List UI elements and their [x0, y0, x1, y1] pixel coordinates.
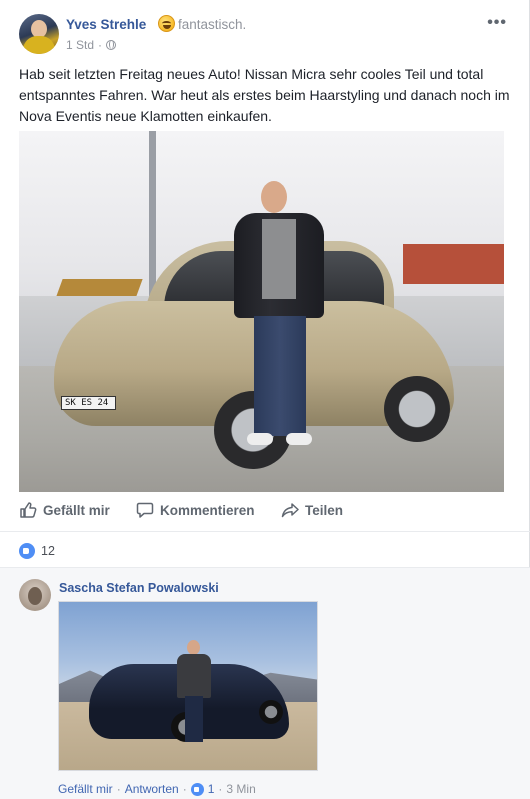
- like-button[interactable]: Gefällt mir: [19, 501, 110, 519]
- comment-timestamp[interactable]: 3 Min: [226, 782, 255, 796]
- license-plate: SK ES 24: [61, 396, 116, 410]
- post-feeling: fantastisch.: [178, 17, 247, 32]
- share-arrow-icon: [281, 503, 299, 518]
- photo-person: [234, 181, 324, 451]
- comment-separator: ·: [218, 782, 223, 796]
- car-rear-wheel: [384, 376, 450, 442]
- post-card: Yves Strehle fantastisch. 1 Std · ••• Ha…: [0, 0, 530, 799]
- comment-photo[interactable]: [58, 601, 318, 771]
- post-author-name[interactable]: Yves Strehle: [66, 17, 146, 32]
- post-photo[interactable]: SK ES 24: [19, 131, 504, 492]
- globe-icon[interactable]: [106, 40, 117, 50]
- comment-photo-person: [177, 640, 211, 745]
- comment-button[interactable]: Kommentieren: [136, 501, 255, 519]
- grinning-emoji-icon: [158, 15, 175, 32]
- avatar-body: [23, 36, 55, 54]
- comment-reply-link[interactable]: Antworten: [125, 782, 179, 796]
- comment-like-link[interactable]: Gefällt mir: [58, 782, 113, 796]
- actions-divider: [0, 531, 530, 532]
- comment-separator: ·: [182, 782, 187, 796]
- comment-actions: Gefällt mir · Antworten · 1 · 3 Min: [58, 782, 256, 796]
- comment-button-label: Kommentieren: [160, 502, 255, 518]
- post-meta: 1 Std ·: [66, 38, 117, 52]
- thumbs-up-icon: [20, 502, 37, 518]
- commenter-avatar[interactable]: [19, 579, 51, 611]
- comment-like-icon: [190, 782, 204, 796]
- comment-like-count[interactable]: 1: [208, 782, 215, 796]
- like-reaction-icon: [19, 543, 35, 559]
- like-button-label: Gefällt mir: [43, 502, 110, 518]
- post-timestamp[interactable]: 1 Std: [66, 38, 94, 52]
- more-options-icon[interactable]: •••: [487, 14, 507, 32]
- post-text: Hab seit letzten Freitag neues Auto! Nis…: [19, 66, 510, 124]
- share-button[interactable]: Teilen: [281, 501, 343, 519]
- share-button-label: Teilen: [305, 502, 344, 518]
- comment-icon: [136, 502, 154, 518]
- reactions-summary[interactable]: 12: [19, 543, 55, 559]
- comment-author-name[interactable]: Sascha Stefan Powalowski: [59, 581, 219, 595]
- author-avatar[interactable]: [19, 14, 59, 54]
- comment-separator: ·: [116, 782, 121, 796]
- reaction-count: 12: [41, 544, 55, 558]
